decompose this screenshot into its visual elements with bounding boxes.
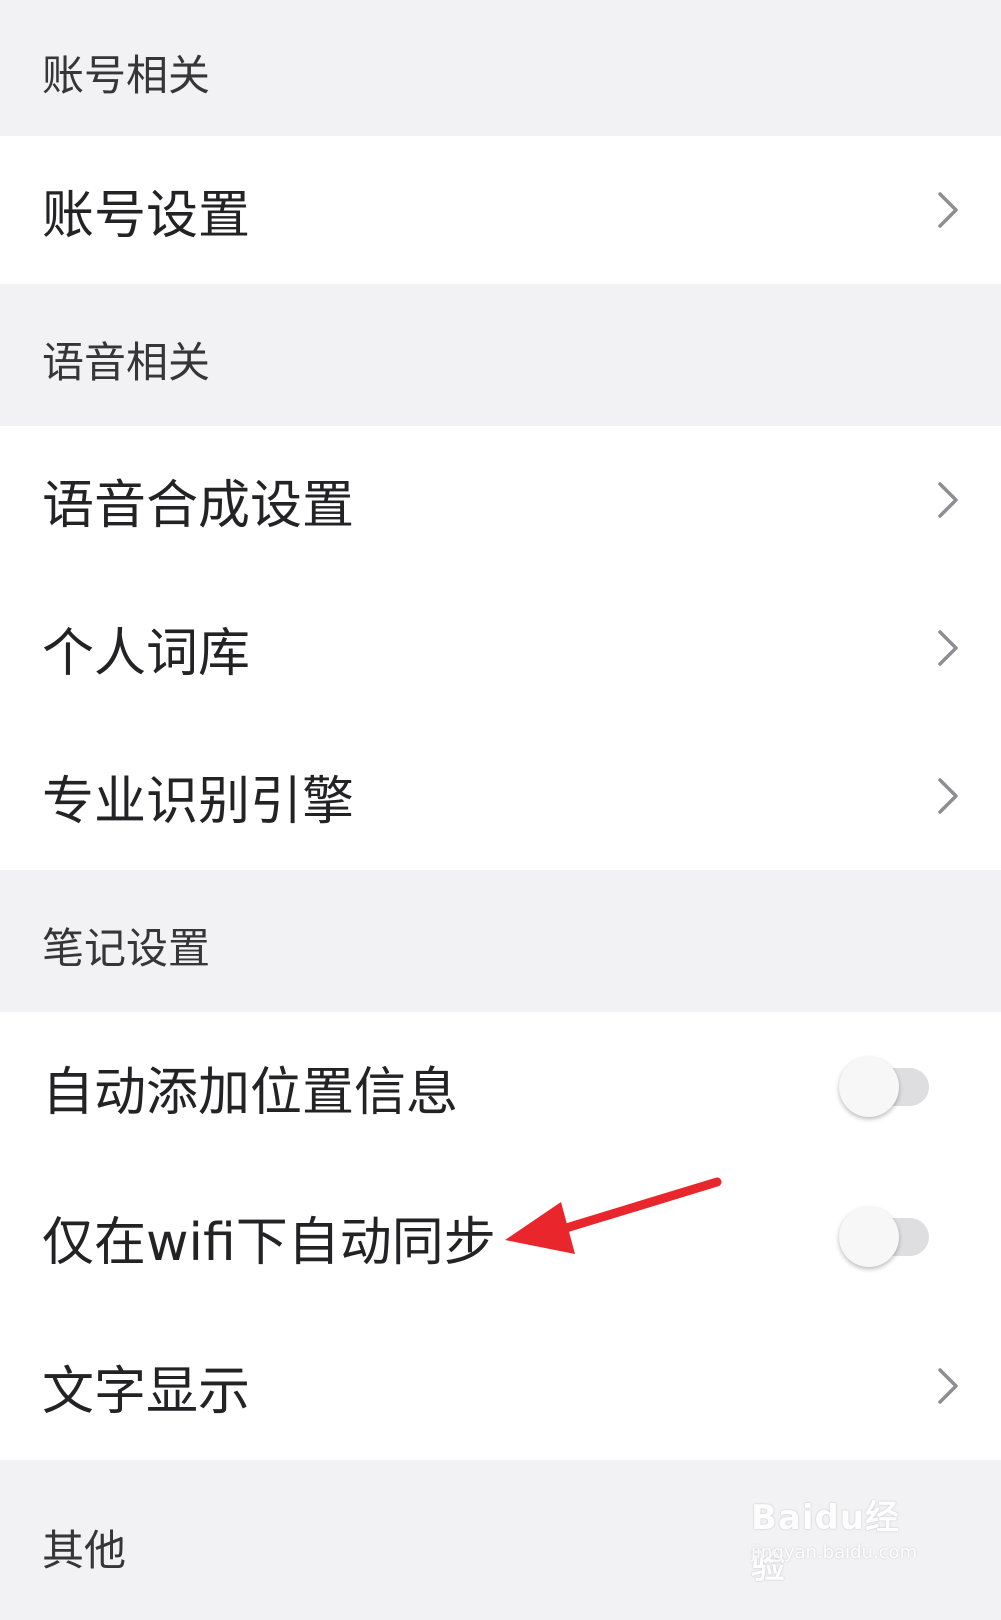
- watermark-brand: Baidu经验: [751, 1498, 901, 1587]
- baidu-jingyan-watermark: Baidu经验 jingyan.baidu.com: [751, 1472, 931, 1587]
- row-label: 文字显示: [42, 1361, 251, 1422]
- chevron-right-icon: [935, 1366, 961, 1406]
- row-label: 专业识别引擎: [42, 771, 355, 832]
- row-label: 自动添加位置信息: [42, 1062, 459, 1123]
- section-group-notes: 自动添加位置信息 仅在wifi下自动同步 文字显示: [0, 1012, 1001, 1460]
- row-label: 个人词库: [42, 623, 251, 684]
- section-group-account: 账号设置: [0, 136, 1001, 284]
- wifi-only-sync-toggle[interactable]: [839, 1207, 929, 1267]
- chevron-right-icon: [935, 480, 961, 520]
- row-label: 仅在wifi下自动同步: [42, 1212, 496, 1273]
- annotation-arrow-icon: [505, 1177, 722, 1254]
- row-personal-dictionary[interactable]: 个人词库: [0, 574, 1001, 722]
- auto-location-toggle[interactable]: [839, 1057, 929, 1117]
- toggle-knob: [839, 1057, 899, 1117]
- settings-screen: 账号相关 账号设置 语音相关 语音合成设置 个人词库 专业识别引擎 笔记设置 自…: [0, 0, 1001, 1620]
- chevron-right-icon: [935, 628, 961, 668]
- row-pro-recognition-engine[interactable]: 专业识别引擎: [0, 722, 1001, 870]
- section-title: 笔记设置: [42, 923, 211, 973]
- watermark-url: jingyan.baidu.com: [751, 1542, 918, 1563]
- row-tts-settings[interactable]: 语音合成设置: [0, 426, 1001, 574]
- section-title: 语音相关: [42, 337, 211, 387]
- section-title: 账号相关: [42, 50, 211, 100]
- section-group-voice: 语音合成设置 个人词库 专业识别引擎: [0, 426, 1001, 870]
- row-account-settings[interactable]: 账号设置: [0, 136, 1001, 284]
- toggle-knob: [839, 1207, 899, 1267]
- chevron-right-icon: [935, 776, 961, 816]
- row-text-display[interactable]: 文字显示: [0, 1312, 1001, 1460]
- section-header-voice: 语音相关: [0, 284, 1001, 426]
- row-auto-location[interactable]: 自动添加位置信息: [0, 1012, 1001, 1162]
- section-header-notes: 笔记设置: [0, 870, 1001, 1012]
- row-label: 账号设置: [42, 185, 251, 246]
- row-wifi-only-sync[interactable]: 仅在wifi下自动同步: [0, 1162, 1001, 1312]
- section-title: 其他: [42, 1525, 127, 1575]
- row-label: 语音合成设置: [42, 475, 355, 536]
- section-header-account: 账号相关: [0, 0, 1001, 136]
- chevron-right-icon: [935, 190, 961, 230]
